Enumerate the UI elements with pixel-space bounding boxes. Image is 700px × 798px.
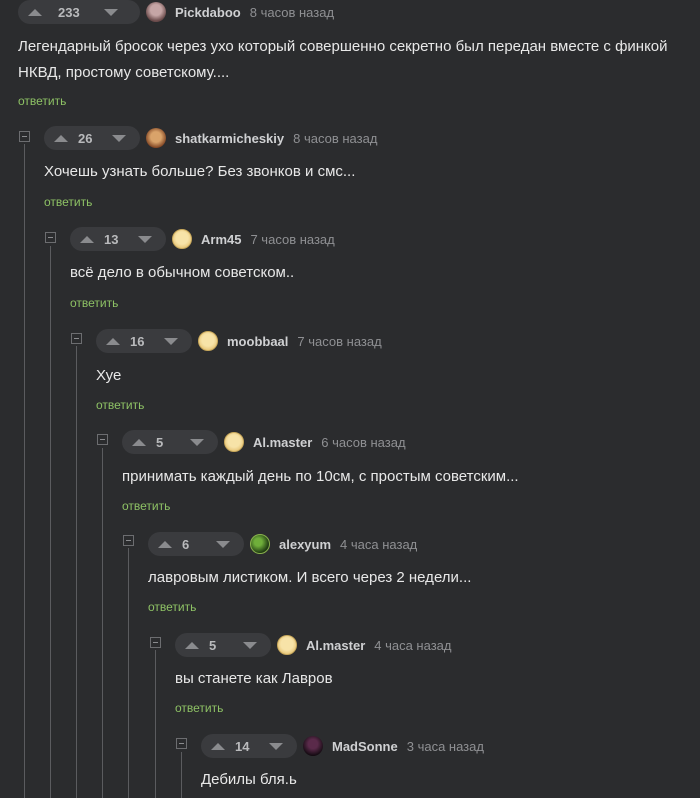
comment-time[interactable]: 8 часов назад [250, 5, 334, 20]
comment-time[interactable]: 8 часов назад [293, 131, 377, 146]
comment-time[interactable]: 7 часов назад [297, 334, 381, 349]
rating-control: 6 [148, 532, 244, 556]
username[interactable]: MadSonne [332, 739, 398, 754]
upvote-icon[interactable] [211, 742, 225, 750]
upvote-icon[interactable] [132, 438, 146, 446]
user-avatar[interactable] [198, 331, 218, 351]
downvote-icon[interactable] [164, 337, 178, 345]
user-avatar[interactable] [224, 432, 244, 452]
username[interactable]: shatkarmicheskiy [175, 131, 284, 146]
downvote-icon[interactable] [190, 438, 204, 446]
username[interactable]: Al.master [253, 435, 312, 450]
thread-line [24, 144, 25, 798]
downvote-icon[interactable] [216, 540, 230, 548]
comment-score: 5 [209, 637, 217, 653]
comment-score: 13 [104, 231, 119, 247]
collapse-toggle[interactable] [19, 131, 30, 142]
collapse-toggle[interactable] [97, 434, 108, 445]
comment-text: Хочешь узнать больше? Без звонков и смс.… [44, 163, 356, 180]
downvote-icon[interactable] [269, 742, 283, 750]
username[interactable]: Pickdaboo [175, 5, 241, 20]
rating-control: 26 [44, 126, 140, 150]
thread-line [181, 752, 182, 798]
rating-control: 5 [175, 633, 271, 657]
reply-link[interactable]: ответить [44, 195, 92, 209]
thread-line [76, 346, 77, 798]
thread-line [50, 246, 51, 798]
upvote-icon[interactable] [28, 8, 42, 16]
user-avatar[interactable] [146, 2, 166, 22]
comment-score: 26 [78, 130, 93, 146]
username[interactable]: Al.master [306, 638, 365, 653]
username[interactable]: Arm45 [201, 232, 241, 247]
comment-text: Хуе [96, 367, 122, 384]
rating-control: 14 [201, 734, 297, 758]
downvote-icon[interactable] [243, 641, 257, 649]
comment-text: Дебилы бля.ь [201, 771, 297, 788]
comment-text: принимать каждый день по 10см, с простым… [122, 468, 519, 485]
comment-time[interactable]: 6 часов назад [321, 435, 405, 450]
user-avatar[interactable] [277, 635, 297, 655]
collapse-toggle[interactable] [150, 637, 161, 648]
comment-time[interactable]: 7 часов назад [250, 232, 334, 247]
reply-link[interactable]: ответить [96, 398, 144, 412]
comment-text: Легендарный бросок через ухо который сов… [18, 38, 668, 81]
comment-text: вы станете как Лавров [175, 670, 333, 687]
downvote-icon[interactable] [112, 134, 126, 142]
rating-control: 16 [96, 329, 192, 353]
user-avatar[interactable] [146, 128, 166, 148]
rating-control: 13 [70, 227, 166, 251]
upvote-icon[interactable] [158, 540, 172, 548]
upvote-icon[interactable] [185, 641, 199, 649]
comment-score: 233 [58, 4, 80, 20]
reply-link[interactable]: ответить [122, 499, 170, 513]
thread-line [128, 548, 129, 798]
downvote-icon[interactable] [104, 8, 118, 16]
comment-time[interactable]: 4 часа назад [374, 638, 451, 653]
reply-link[interactable]: ответить [70, 296, 118, 310]
user-avatar[interactable] [303, 736, 323, 756]
username[interactable]: moobbaal [227, 334, 288, 349]
thread-line [155, 650, 156, 798]
upvote-icon[interactable] [106, 337, 120, 345]
rating-control: 5 [122, 430, 218, 454]
upvote-icon[interactable] [54, 134, 68, 142]
upvote-icon[interactable] [80, 235, 94, 243]
comment-score: 5 [156, 434, 164, 450]
username[interactable]: alexyum [279, 537, 331, 552]
comment-score: 16 [130, 333, 145, 349]
user-avatar[interactable] [172, 229, 192, 249]
collapse-toggle[interactable] [123, 535, 134, 546]
comment-score: 6 [182, 536, 190, 552]
collapse-toggle[interactable] [176, 738, 187, 749]
comment-text: всё дело в обычном советском.. [70, 264, 295, 281]
collapse-toggle[interactable] [45, 232, 56, 243]
thread-line [102, 448, 103, 798]
comment-time[interactable]: 4 часа назад [340, 537, 417, 552]
reply-link[interactable]: ответить [148, 600, 196, 614]
rating-control: 233 [18, 0, 140, 24]
comment-time[interactable]: 3 часа назад [407, 739, 484, 754]
collapse-toggle[interactable] [71, 333, 82, 344]
reply-link[interactable]: ответить [18, 94, 66, 108]
downvote-icon[interactable] [138, 235, 152, 243]
comment-score: 14 [235, 738, 250, 754]
user-avatar[interactable] [250, 534, 270, 554]
reply-link[interactable]: ответить [175, 701, 223, 715]
comment-text: лавровым листиком. И всего через 2 недел… [148, 569, 472, 586]
